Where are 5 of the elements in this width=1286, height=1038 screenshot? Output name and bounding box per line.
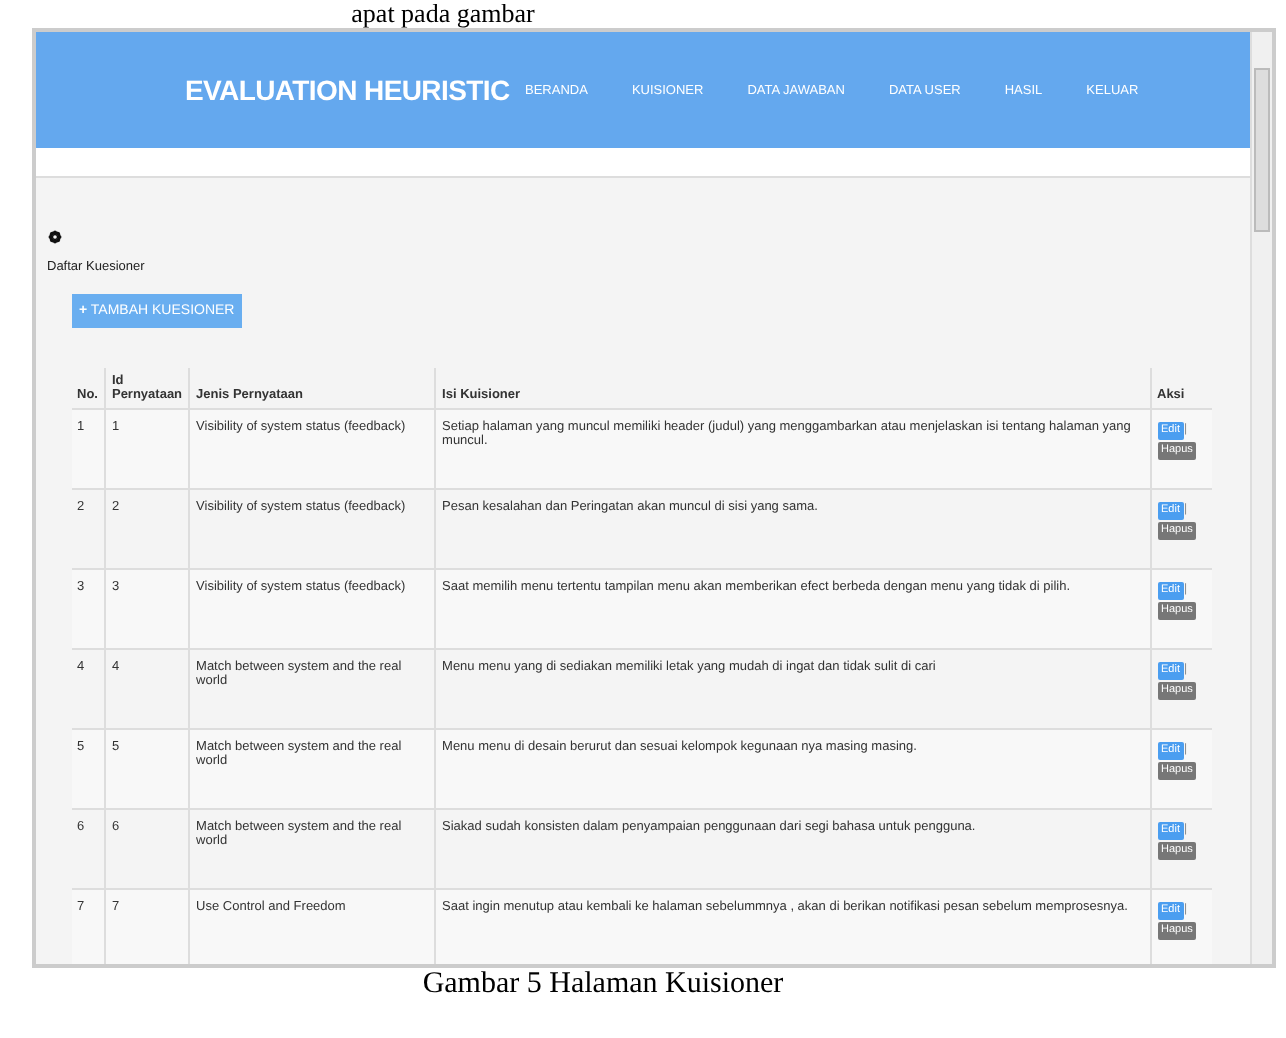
figure-caption: Gambar 5 Halaman Kuisioner xyxy=(422,968,784,1000)
gear-icon xyxy=(47,230,61,244)
brand-title[interactable]: EVALUATION HEURISTIC xyxy=(185,74,525,106)
document-text: apat pada gambar xyxy=(351,0,535,28)
scrollbar[interactable] xyxy=(1249,32,1271,964)
